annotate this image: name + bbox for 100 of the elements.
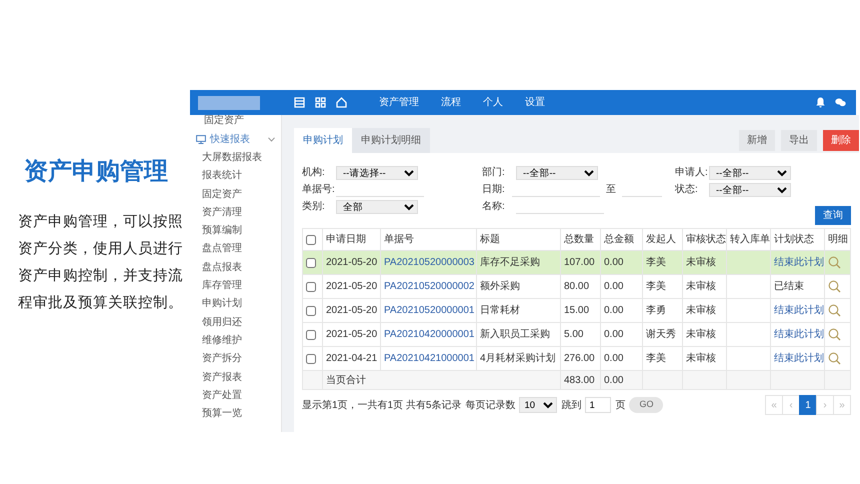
sidebar-item[interactable]: 资产拆分: [190, 350, 281, 369]
column-header: 明细: [828, 233, 848, 247]
row-checkbox[interactable]: [306, 282, 316, 292]
empty-table-cell: [727, 275, 771, 299]
empty-table-cell: [727, 323, 771, 347]
table-cell-text: 李勇: [646, 304, 666, 318]
page-input[interactable]: 1: [585, 397, 612, 413]
delete-button[interactable]: 删除: [823, 130, 859, 150]
monitor-icon: [196, 134, 206, 144]
row-checkbox[interactable]: [306, 330, 316, 340]
table-cell-text: 李美: [646, 352, 666, 366]
row-checkbox[interactable]: [306, 354, 316, 364]
totals-label: 当页合计: [326, 374, 366, 388]
tab[interactable]: 申购计划明细: [352, 128, 430, 153]
sidebar-item[interactable]: 资产报表: [190, 368, 281, 387]
end-plan-link[interactable]: 结束此计划: [774, 351, 824, 366]
sidebar-item[interactable]: 报表统计: [190, 167, 281, 186]
nav-link[interactable]: 资产管理: [379, 95, 419, 110]
table-row[interactable]: 2021-05-20 PA20210420000001 新入职员工采购 5.00 0.00 谢天秀 未审核 结束此计划: [303, 323, 851, 347]
select-field[interactable]: --全部--: [516, 166, 598, 180]
select-all-checkbox[interactable]: [306, 234, 316, 244]
document-number-link[interactable]: PA20210520000003: [384, 255, 474, 270]
table-cell-text: 4月耗材采购计划: [480, 352, 556, 366]
nav-link[interactable]: 流程: [441, 95, 461, 110]
select-field[interactable]: --全部--: [709, 166, 791, 180]
tab[interactable]: 申购计划: [294, 128, 352, 153]
sidebar-item[interactable]: 大屏数据报表: [190, 149, 281, 168]
home-icon[interactable]: [336, 97, 347, 108]
table-cell-text: 新入职员工采购: [480, 328, 550, 342]
nav-link[interactable]: 设置: [525, 95, 545, 110]
grid-icon[interactable]: [315, 97, 326, 108]
sidebar-item[interactable]: 资产处置: [190, 386, 281, 406]
column-header: 计划状态: [774, 232, 814, 247]
magnifier-icon[interactable]: [828, 256, 841, 269]
bell-icon[interactable]: [816, 97, 825, 108]
nav-link[interactable]: 个人: [483, 95, 503, 110]
document-number-link[interactable]: PA20210520000002: [384, 279, 474, 294]
select-field[interactable]: 全部: [336, 200, 418, 214]
column-header: 申请日期: [326, 232, 366, 247]
magnifier-icon[interactable]: [828, 304, 841, 317]
magnifier-icon[interactable]: [828, 280, 841, 293]
document-number-link[interactable]: PA20210421000001: [384, 351, 474, 366]
document-number-link[interactable]: PA20210420000001: [384, 327, 474, 342]
table-cell-text: 未审核: [686, 304, 716, 318]
sidebar-group-label: 快速报表: [210, 132, 250, 146]
search-button[interactable]: 查询: [815, 206, 851, 225]
row-checkbox[interactable]: [306, 258, 316, 268]
sidebar-item[interactable]: 申购计划: [190, 295, 281, 314]
table-row[interactable]: 2021-05-20 PA20210520000002 额外采购 80.00 0.00 李美 未审核 已结束: [303, 275, 851, 299]
magnifier-icon[interactable]: [828, 328, 841, 341]
sidebar-item[interactable]: 库存管理: [190, 277, 281, 296]
filter-label: 机构:: [302, 166, 326, 180]
go-button[interactable]: GO: [629, 397, 664, 413]
filter-label: 日期:: [482, 182, 506, 197]
sidebar-item[interactable]: 盘点管理: [190, 240, 281, 259]
sidebar-item[interactable]: 固定资产: [190, 186, 281, 204]
table-row[interactable]: 2021-05-20 PA20210520000001 日常耗材 15.00 0.00 李勇 未审核 结束此计划: [303, 299, 851, 323]
sidebar-item[interactable]: 预算编制: [190, 222, 281, 240]
filter-label: 名称:: [482, 200, 506, 214]
page-unit-label: 页: [615, 398, 626, 412]
table-cell-text: 276.00: [564, 352, 595, 366]
magnifier-icon[interactable]: [828, 352, 841, 365]
sidebar-group[interactable]: 快速报表: [190, 129, 281, 149]
column-header: 总数量: [564, 232, 594, 247]
table-cell-text: 李美: [646, 280, 666, 294]
row-checkbox[interactable]: [306, 306, 316, 316]
sidebar-item[interactable]: 维修维护: [190, 332, 281, 350]
sidebar-item[interactable]: 预算一览: [190, 405, 281, 424]
table-cell-text: 5.00: [564, 328, 584, 342]
page-size-label: 每页记录数: [465, 398, 516, 412]
end-plan-link[interactable]: 结束此计划: [774, 255, 824, 270]
document-number-link[interactable]: PA20210520000001: [384, 303, 474, 318]
table-cell-text: 2021-04-21: [326, 352, 378, 366]
select-field[interactable]: --请选择--: [336, 166, 418, 180]
page-size-select[interactable]: 10: [519, 397, 558, 413]
table-cell-text: 未审核: [686, 256, 716, 270]
column-header: 转入库单: [730, 232, 770, 247]
sidebar-item[interactable]: 资产清理: [190, 204, 281, 222]
end-plan-link[interactable]: 结束此计划: [774, 327, 824, 342]
sidebar-item[interactable]: 盘点报表: [190, 258, 281, 278]
chat-icon[interactable]: [835, 98, 846, 107]
toolbar-button[interactable]: 新增: [739, 130, 775, 150]
table-cell-text: 2021-05-20: [326, 328, 378, 342]
filter-label: 类别:: [302, 200, 326, 214]
pagination-info: 显示第1页，一共有1页 共有5条记录: [302, 398, 462, 412]
page-heading: 资产申购管理: [24, 158, 169, 187]
toolbar-button[interactable]: 导出: [781, 130, 817, 150]
jump-label: 跳到: [561, 398, 582, 412]
filter-label: 部门:: [482, 166, 506, 180]
table-cell-text: 0.00: [604, 280, 624, 294]
sidebar-item[interactable]: 领用归还: [190, 314, 281, 332]
list-icon[interactable]: [294, 97, 305, 108]
table-cell-text: 谢天秀: [646, 328, 676, 342]
logo-placeholder: [198, 96, 260, 110]
table-cell-text: 2021-05-20: [326, 256, 378, 270]
table-cell-text: 库存不足采购: [480, 256, 540, 270]
end-plan-link[interactable]: 结束此计划: [774, 303, 824, 318]
page-button[interactable]: 1: [799, 395, 817, 415]
select-field[interactable]: --全部--: [709, 182, 791, 196]
table-cell-text: 额外采购: [480, 280, 520, 294]
